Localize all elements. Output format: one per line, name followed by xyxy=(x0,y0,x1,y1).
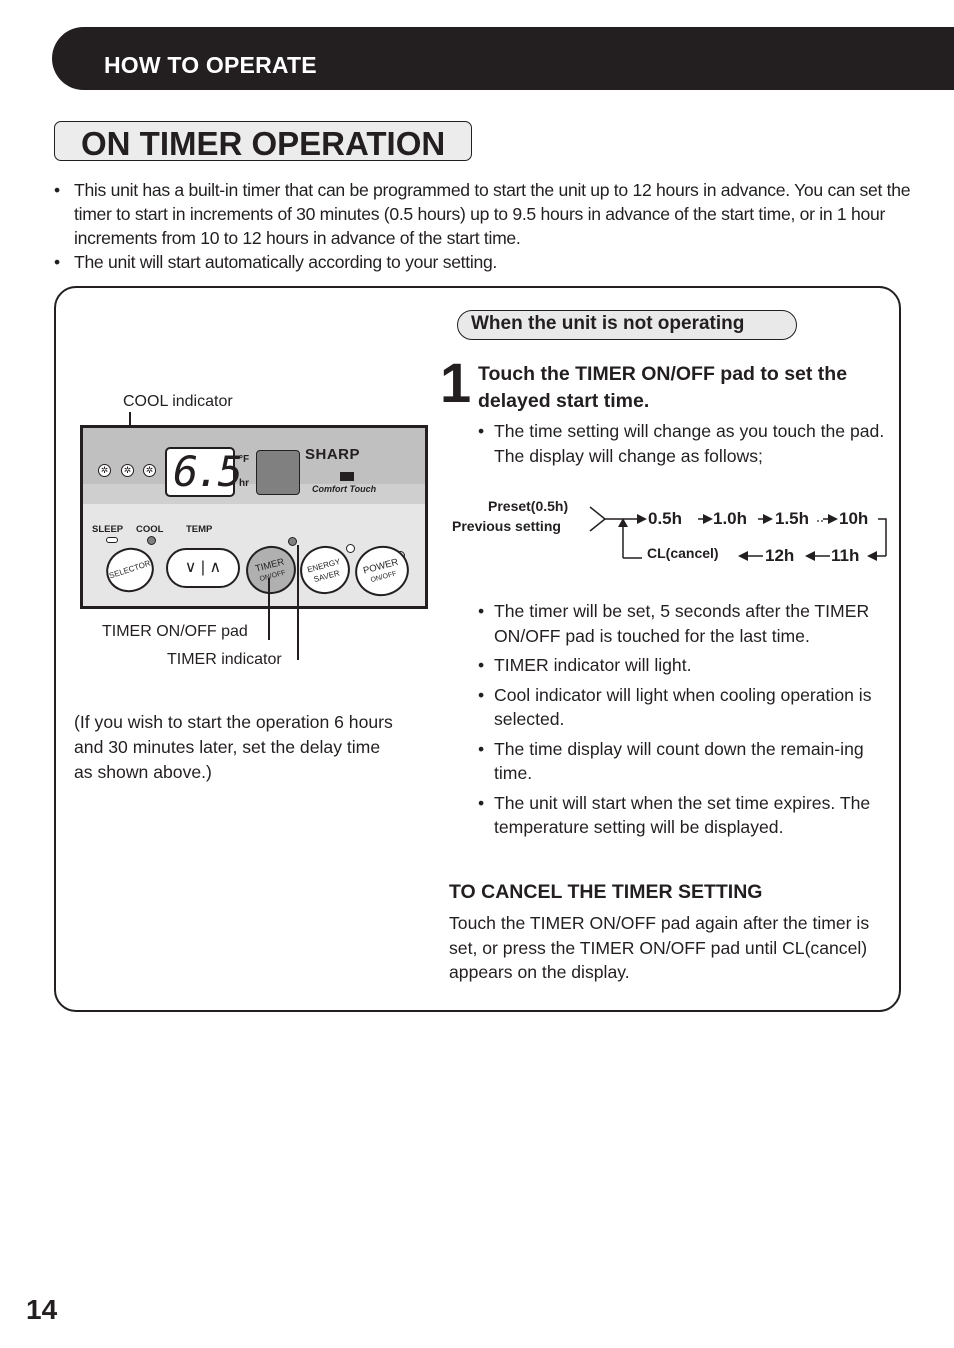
cancel-step: CL(cancel) xyxy=(647,545,719,561)
step-title: Touch the TIMER ON/OFF pad to set the de… xyxy=(478,363,848,412)
bullet-item: • TIMER indicator will light. xyxy=(478,653,898,678)
temp-pad[interactable]: ∨ | ∧ xyxy=(166,548,240,588)
brand-subtitle: Comfort Touch xyxy=(312,484,377,494)
bullet-dot: • xyxy=(478,655,485,675)
selector-label: SELECTOR xyxy=(108,558,152,581)
timer-indicator xyxy=(288,537,297,546)
condition-label-box: When the unit is not operating xyxy=(457,310,797,340)
intro-bullets: • This unit has a built-in timer that can… xyxy=(52,178,932,274)
condition-label: When the unit is not operating xyxy=(471,313,745,334)
temp-label: TEMP xyxy=(186,524,213,535)
cool-label: COOL xyxy=(136,524,164,535)
sequence-step: 1.0h xyxy=(713,509,748,528)
sequence-step: 1.5h xyxy=(775,509,810,528)
sequence-step: 0.5h xyxy=(648,509,683,528)
temp-down-icon[interactable]: ∨ xyxy=(185,559,197,576)
bullet-dot: • xyxy=(478,421,485,441)
page-title-box: ON TIMER OPERATION xyxy=(54,121,472,162)
sleep-indicator xyxy=(106,537,118,543)
timer-sequence-diagram: Preset(0.5h) Previous setting 0.5h 1.0h … xyxy=(445,495,895,575)
bullet-dot: • xyxy=(478,601,485,621)
bullet-dot: • xyxy=(54,252,60,272)
bullet-text: The time setting will change as you touc… xyxy=(494,421,885,466)
cancel-heading: TO CANCEL THE TIMER SETTING xyxy=(449,881,763,903)
intro-text: The unit will start automatically accord… xyxy=(74,252,498,272)
cancel-text: Touch the TIMER ON/OFF pad again after t… xyxy=(449,913,870,982)
bullet-dot: • xyxy=(478,792,485,813)
section-header-bar: HOW TO OPERATE xyxy=(52,27,954,90)
bullet-dot: • xyxy=(54,180,60,200)
display-value: 6.5 xyxy=(173,447,243,496)
sequence-step: 10h xyxy=(839,509,869,528)
timer-pad-callout: TIMER ON/OFF pad xyxy=(102,623,248,640)
bullet-item: • The timer will be set, 5 seconds after … xyxy=(478,599,898,648)
timer-pad-callout-line xyxy=(268,578,270,640)
unit-fahrenheit: °F xyxy=(239,454,250,465)
cool-indicator-callout: COOL indicator xyxy=(123,393,233,410)
bullet-text: TIMER indicator will light. xyxy=(494,655,692,675)
page-title: ON TIMER OPERATION xyxy=(81,125,446,162)
temp-separator: | xyxy=(200,559,206,576)
bullet-text: The unit will start when the set time ex… xyxy=(494,792,871,838)
timer-on-off-pad[interactable]: TIMER ON/OFF xyxy=(240,540,302,600)
brand-mark-icon xyxy=(340,472,354,481)
sleep-label: SLEEP xyxy=(92,524,124,535)
section-header-title: HOW TO OPERATE xyxy=(104,52,317,78)
unit-hours: hr xyxy=(239,478,249,489)
timer-indicator-callout-line xyxy=(297,545,299,660)
step-bullets-after: • The timer will be set, 5 seconds after … xyxy=(478,599,898,845)
bullet-item: • Cool indicator will light when cooling … xyxy=(478,683,898,732)
control-panel-diagram: ✲ ✲ ✲ 6.5 °F hr SHARP Comfort Touch SLEE… xyxy=(80,425,428,609)
page-number: 14 xyxy=(26,1294,58,1325)
bullet-item: • The time display will count down the re… xyxy=(478,737,898,786)
bullet-text: Cool indicator will light when cooling o… xyxy=(494,684,872,730)
lcd-display: 6.5 xyxy=(165,447,243,497)
fan-speed-icon: ✲ xyxy=(98,464,111,477)
selector-pad[interactable]: SELECTOR xyxy=(100,541,160,599)
timer-indicator-callout: TIMER indicator xyxy=(167,651,282,668)
sensor-window xyxy=(256,450,300,495)
sequence-arrows xyxy=(589,506,887,561)
cool-indicator xyxy=(147,536,156,545)
bullet-dot: • xyxy=(478,738,485,759)
intro-text: This unit has a built-in timer that can … xyxy=(74,180,911,248)
fan-speed-icon: ✲ xyxy=(121,464,134,477)
power-pad[interactable]: POWER ON/OFF xyxy=(349,539,415,603)
step-bullets-before: • The time setting will change as you tou… xyxy=(478,419,898,473)
temp-up-icon[interactable]: ∧ xyxy=(210,559,222,576)
intro-bullet: • The unit will start automatically accor… xyxy=(52,250,932,274)
bullet-item: • The unit will start when the set time e… xyxy=(478,791,898,840)
intro-bullet: • This unit has a built-in timer that can… xyxy=(52,178,932,250)
bullet-text: The time display will count down the rem… xyxy=(494,738,864,784)
sequence-step: 11h xyxy=(831,546,860,565)
example-note: (If you wish to start the operation 6 ho… xyxy=(74,712,393,782)
energy-saver-indicator xyxy=(346,544,355,553)
brand-logo: SHARP xyxy=(305,446,361,463)
step-number: 1 xyxy=(440,351,472,414)
sequence-step: 12h xyxy=(765,546,795,565)
fan-speed-icon: ✲ xyxy=(143,464,156,477)
bullet-dot: • xyxy=(478,684,485,705)
bullet-text: The timer will be set, 5 seconds after t… xyxy=(494,601,870,646)
bullet-item: • The time setting will change as you tou… xyxy=(478,419,898,468)
